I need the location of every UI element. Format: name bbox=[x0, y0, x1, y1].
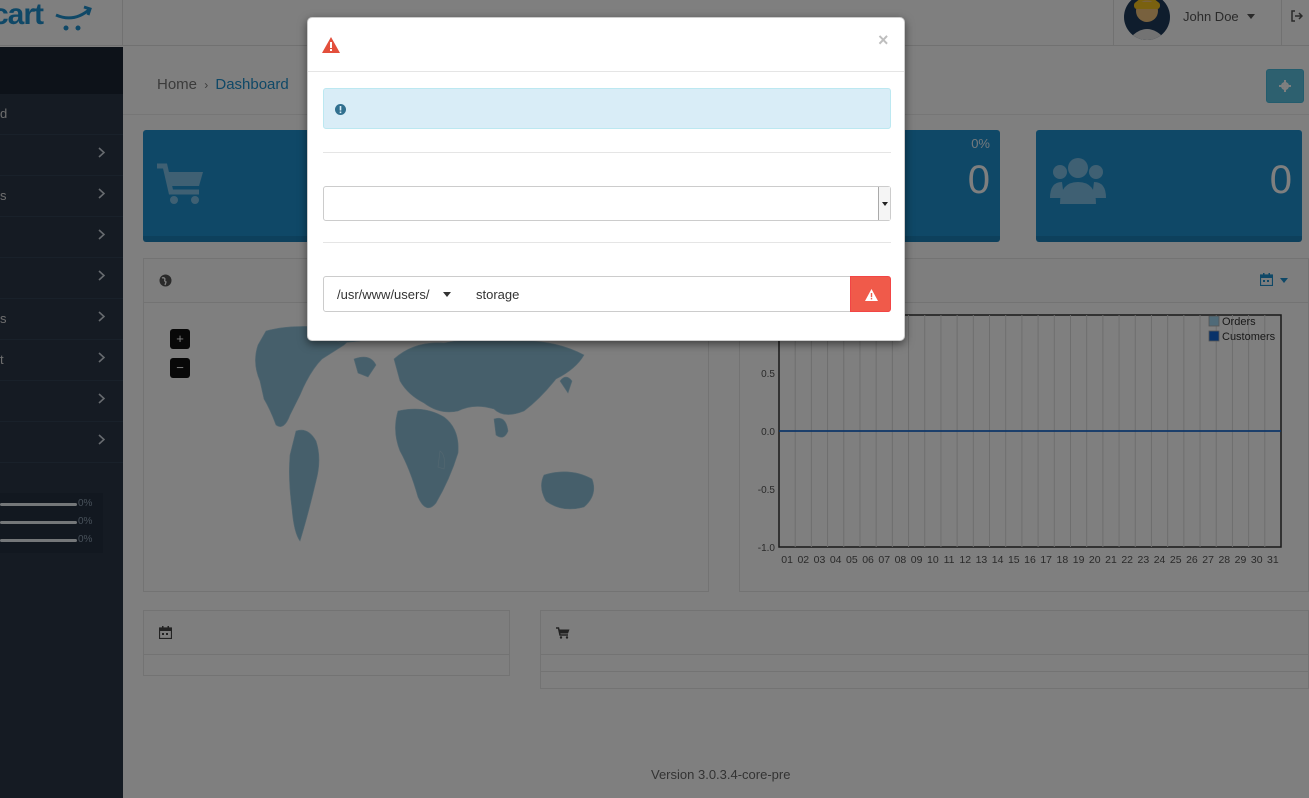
move-storage-button[interactable] bbox=[850, 276, 891, 312]
caret-down-icon bbox=[443, 292, 451, 297]
warning-modal: × /usr/www/users/ storage bbox=[307, 17, 905, 341]
select-arrow[interactable] bbox=[878, 187, 890, 220]
warning-icon bbox=[322, 37, 340, 53]
path-input-value: storage bbox=[476, 287, 520, 302]
directory-select[interactable] bbox=[323, 186, 891, 221]
caret-down-icon bbox=[882, 202, 888, 206]
warning-icon bbox=[865, 289, 878, 301]
path-dropdown-label: /usr/www/users/ bbox=[337, 287, 430, 302]
divider bbox=[323, 242, 891, 243]
path-input[interactable]: storage bbox=[463, 276, 851, 312]
modal-header: × bbox=[308, 18, 904, 72]
close-button[interactable]: × bbox=[878, 30, 889, 51]
path-input-group: /usr/www/users/ storage bbox=[323, 276, 891, 312]
info-alert bbox=[323, 88, 891, 129]
path-dropdown-button[interactable]: /usr/www/users/ bbox=[323, 276, 464, 312]
exclamation-circle-icon bbox=[335, 104, 346, 115]
divider bbox=[323, 152, 891, 153]
